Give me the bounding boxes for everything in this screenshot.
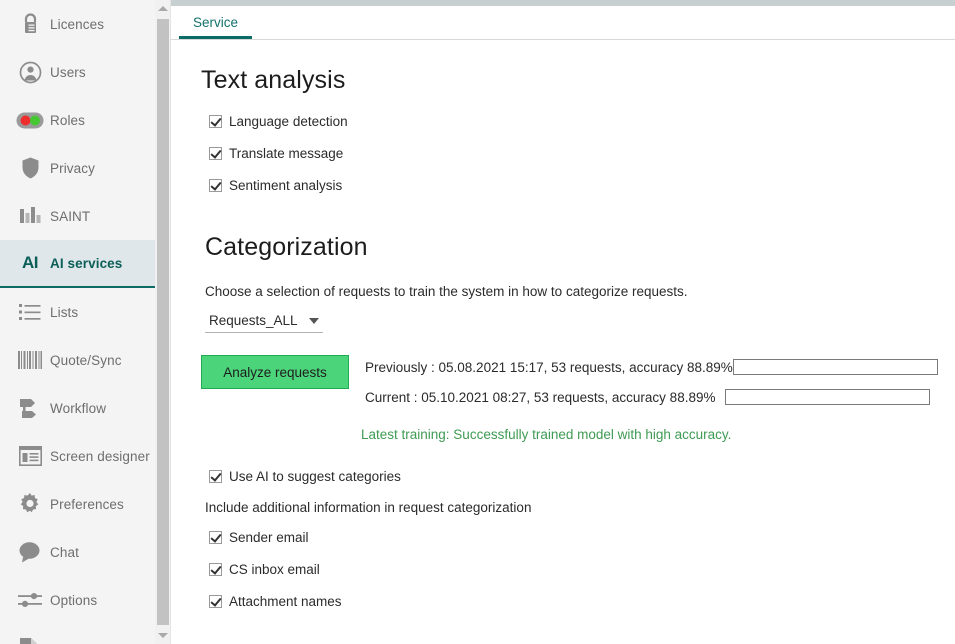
sidebar-nav: Licences Users Roles [0,0,155,644]
checkbox-label: Sentiment analysis [229,178,342,193]
scrollbar-thumb[interactable] [157,19,169,625]
accuracy-progress-current [725,389,930,405]
checkbox-box[interactable] [209,563,222,576]
sidebar-item-screen-designer[interactable]: Screen designer [0,432,155,480]
sidebar-item-label: Lists [50,305,78,320]
checkbox-label: Use AI to suggest categories [229,469,401,484]
sidebar-item-documents[interactable] [0,624,155,644]
toggle-roles-icon [10,112,50,129]
settings-panel: Text analysis Language detection Transla… [171,40,955,617]
tab-service[interactable]: Service [179,15,252,39]
sidebar-item-quote-sync[interactable]: Quote/Sync [0,336,155,384]
stat-text: Previously : 05.08.2021 15:17, 53 reques… [365,360,733,375]
checkbox-box[interactable] [209,147,222,160]
sidebar-item-chat[interactable]: Chat [0,528,155,576]
stat-text: Current : 05.10.2021 08:27, 53 requests,… [365,390,725,405]
barcode-icon [10,351,50,369]
ai-icon: AI [10,253,50,273]
chevron-down-icon [309,318,319,324]
sidebar-item-label: Roles [50,113,85,128]
sidebar-item-preferences[interactable]: Preferences [0,480,155,528]
checkbox-box[interactable] [209,179,222,192]
chat-bubble-icon [10,541,50,563]
tab-bar: Service [171,0,955,40]
sidebar-item-saint[interactable]: SAINT [0,192,155,240]
scroll-down-arrow-icon[interactable] [155,627,171,644]
shield-icon [10,156,50,180]
checkbox-label: Language detection [229,114,348,129]
lock-icon [10,12,50,36]
checkbox-attachment-names[interactable]: Attachment names [209,585,955,617]
analyze-requests-button[interactable]: Analyze requests [201,355,349,389]
sidebar-item-ai-services[interactable]: AI AI services [0,240,155,288]
checkbox-cs-inbox-email[interactable]: CS inbox email [209,553,955,585]
gear-icon [10,493,50,515]
sliders-icon [10,591,50,609]
sidebar-scrollbar[interactable] [155,0,171,644]
accuracy-progress-previous [733,359,938,375]
user-circle-icon [10,61,50,84]
sidebar-item-label: Users [50,65,86,80]
sidebar-item-label: Privacy [50,161,95,176]
dropdown-value: Requests_ALL [209,313,298,328]
checkbox-translate-message[interactable]: Translate message [209,137,955,169]
sidebar-item-label: AI services [50,256,122,271]
checkbox-label: CS inbox email [229,562,320,577]
content-area: Service Text analysis Language detection… [171,0,955,644]
screen-designer-icon [10,446,50,466]
sidebar-item-privacy[interactable]: Privacy [0,144,155,192]
sidebar-item-label: Chat [50,545,79,560]
sidebar-item-label: Preferences [50,497,124,512]
sidebar-item-options[interactable]: Options [0,576,155,624]
checkbox-label: Sender email [229,530,309,545]
checkbox-box[interactable] [209,470,222,483]
checkbox-sentiment-analysis[interactable]: Sentiment analysis [209,169,955,201]
checkbox-label: Attachment names [229,594,342,609]
checkbox-box[interactable] [209,115,222,128]
document-icon [10,637,50,644]
stat-previous: Previously : 05.08.2021 15:17, 53 reques… [365,357,955,377]
sidebar-item-label: Workflow [50,401,106,416]
sidebar-item-lists[interactable]: Lists [0,288,155,336]
stat-current: Current : 05.10.2021 08:27, 53 requests,… [365,387,955,407]
sidebar-item-licences[interactable]: Licences [0,0,155,48]
checkbox-box[interactable] [209,531,222,544]
text-analysis-heading: Text analysis [201,40,955,95]
workflow-icon [10,398,50,418]
sidebar-item-label: Licences [50,17,104,32]
bar-chart-icon [10,206,50,226]
sidebar-item-roles[interactable]: Roles [0,96,155,144]
sidebar-item-label: Screen designer [50,449,150,464]
sidebar-item-label: Options [50,593,97,608]
requests-selection-dropdown[interactable]: Requests_ALL [205,313,323,333]
scroll-up-arrow-icon[interactable] [155,0,171,17]
app-root: Licences Users Roles [0,0,955,644]
sidebar-item-label: Quote/Sync [50,353,122,368]
tab-label: Service [193,15,238,30]
training-status-message: Latest training: Successfully trained mo… [361,427,955,442]
sidebar-item-workflow[interactable]: Workflow [0,384,155,432]
checkbox-use-ai-suggest-categories[interactable]: Use AI to suggest categories [209,460,955,492]
checkbox-label: Translate message [229,146,343,161]
checkbox-sender-email[interactable]: Sender email [209,521,955,553]
checkbox-language-detection[interactable]: Language detection [209,105,955,137]
include-information-description: Include additional information in reques… [201,492,955,521]
training-stats: Previously : 05.08.2021 15:17, 53 reques… [365,355,955,407]
categorization-description: Choose a selection of requests to train … [201,262,955,299]
sidebar-item-users[interactable]: Users [0,48,155,96]
analyze-row: Analyze requests Previously : 05.08.2021… [201,355,955,407]
sidebar-item-label: SAINT [50,209,90,224]
checkbox-box[interactable] [209,595,222,608]
list-icon [10,303,50,321]
categorization-heading: Categorization [201,201,955,262]
